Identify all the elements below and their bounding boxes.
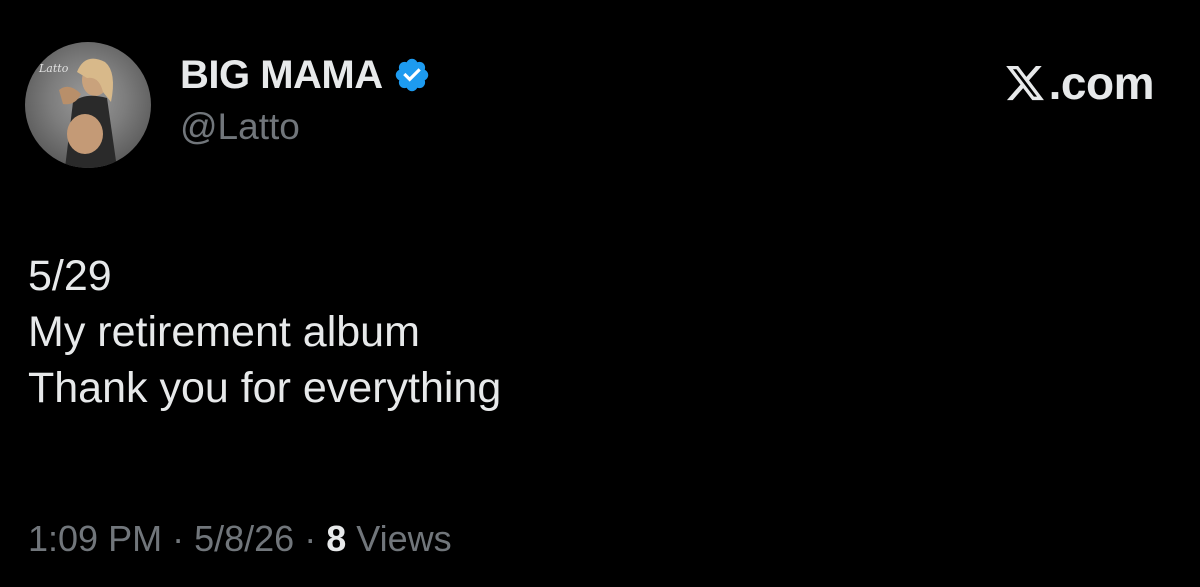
- x-logo-icon: [1003, 62, 1047, 104]
- avatar-photo: Latto: [38, 58, 117, 168]
- tweet-body: 5/29 My retirement album Thank you for e…: [28, 248, 501, 416]
- tweet-time[interactable]: 1:09 PM: [28, 518, 162, 559]
- author-name-row: BIG MAMA: [180, 50, 431, 100]
- views-count[interactable]: 8: [326, 518, 346, 559]
- tweet-meta: 1:09 PM · 5/8/26 · 8 Views: [28, 518, 452, 560]
- tweet-date[interactable]: 5/8/26: [194, 518, 294, 559]
- author-display-name[interactable]: BIG MAMA: [180, 53, 383, 98]
- tweet-line: 5/29: [28, 252, 112, 300]
- views-label: Views: [356, 518, 452, 559]
- brand-domain-text: .com: [1048, 57, 1155, 109]
- author-avatar[interactable]: Latto: [25, 42, 151, 168]
- author-handle[interactable]: @Latto: [180, 106, 300, 148]
- tweet-line: Thank you for everything: [28, 364, 502, 412]
- meta-separator: ·: [304, 518, 317, 559]
- meta-separator: ·: [172, 518, 185, 559]
- tweet-card: Latto BIG MAMA @Latto .com 5/29 My retir…: [0, 0, 1200, 587]
- verified-badge-icon[interactable]: [393, 56, 431, 94]
- x-brand: .com: [1003, 56, 1155, 110]
- avatar-signature: Latto: [38, 62, 69, 75]
- tweet-line: My retirement album: [28, 308, 420, 356]
